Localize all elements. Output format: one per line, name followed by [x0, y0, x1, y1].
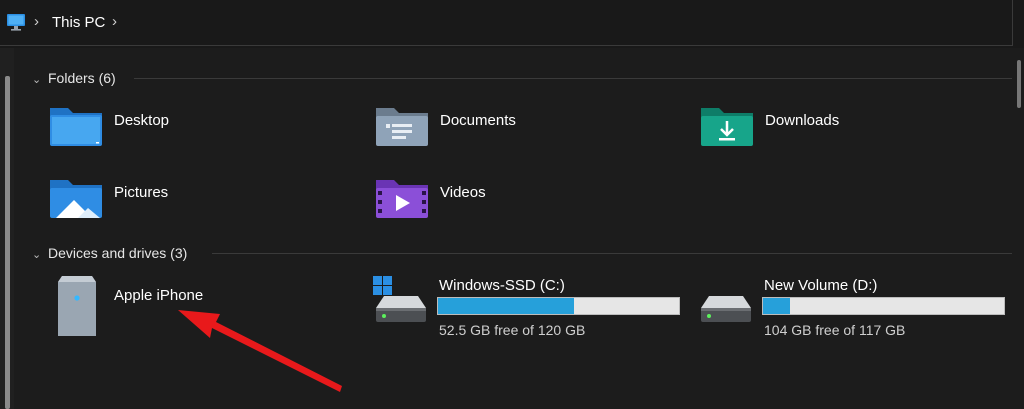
drive-new-volume[interactable]: New Volume (D:) 104 GB free of 117 GB: [697, 274, 1017, 344]
folder-name: Pictures: [114, 184, 169, 201]
address-bar-frame: [0, 0, 1013, 46]
storage-used-fill: [763, 298, 790, 314]
folder-name: Videos: [440, 184, 486, 201]
annotation-arrow-icon: [178, 310, 342, 392]
desktop-folder-icon: [50, 108, 102, 146]
drive-windows-ssd[interactable]: Windows-SSD (C:) 52.5 GB free of 120 GB: [372, 274, 692, 344]
devices-section-header[interactable]: ⌄ Devices and drives (3): [32, 245, 187, 261]
chevron-down-icon: ⌄: [32, 249, 42, 261]
chevron-right-icon[interactable]: ›: [34, 13, 39, 30]
downloads-folder-icon: [701, 108, 753, 146]
folders-section-header[interactable]: ⌄ Folders (6): [32, 70, 116, 86]
navigation-pane-scrollbar[interactable]: [5, 76, 10, 409]
drive-name: Windows-SSD (C:): [439, 277, 565, 294]
documents-folder-icon: [376, 108, 428, 146]
drive-free-space: 52.5 GB free of 120 GB: [439, 322, 586, 338]
storage-usage-bar: [762, 297, 1005, 315]
section-divider: [212, 253, 1012, 254]
drive-icon: [701, 296, 751, 322]
content-scrollbar[interactable]: [1017, 60, 1021, 108]
folder-name: Downloads: [765, 112, 840, 129]
computer-icon: [7, 14, 25, 31]
folder-name: Documents: [440, 112, 516, 129]
drive-name: New Volume (D:): [764, 277, 878, 294]
storage-used-fill: [438, 298, 574, 314]
folders-section-title: Folders (6): [48, 70, 116, 86]
address-bar[interactable]: › This PC ›: [0, 0, 1024, 48]
pictures-folder-icon: [50, 180, 102, 218]
windows-drive-icon: [373, 276, 426, 322]
breadcrumb-this-pc[interactable]: This PC: [52, 14, 105, 31]
iphone-device-icon: [58, 276, 96, 336]
chevron-right-icon[interactable]: ›: [112, 13, 117, 30]
devices-section-title: Devices and drives (3): [48, 245, 188, 261]
storage-usage-bar: [437, 297, 680, 315]
drive-free-space: 104 GB free of 117 GB: [764, 322, 906, 338]
folder-name: Desktop: [114, 112, 170, 129]
section-divider: [134, 78, 1012, 79]
videos-folder-icon: [376, 180, 428, 218]
chevron-down-icon: ⌄: [32, 74, 42, 86]
